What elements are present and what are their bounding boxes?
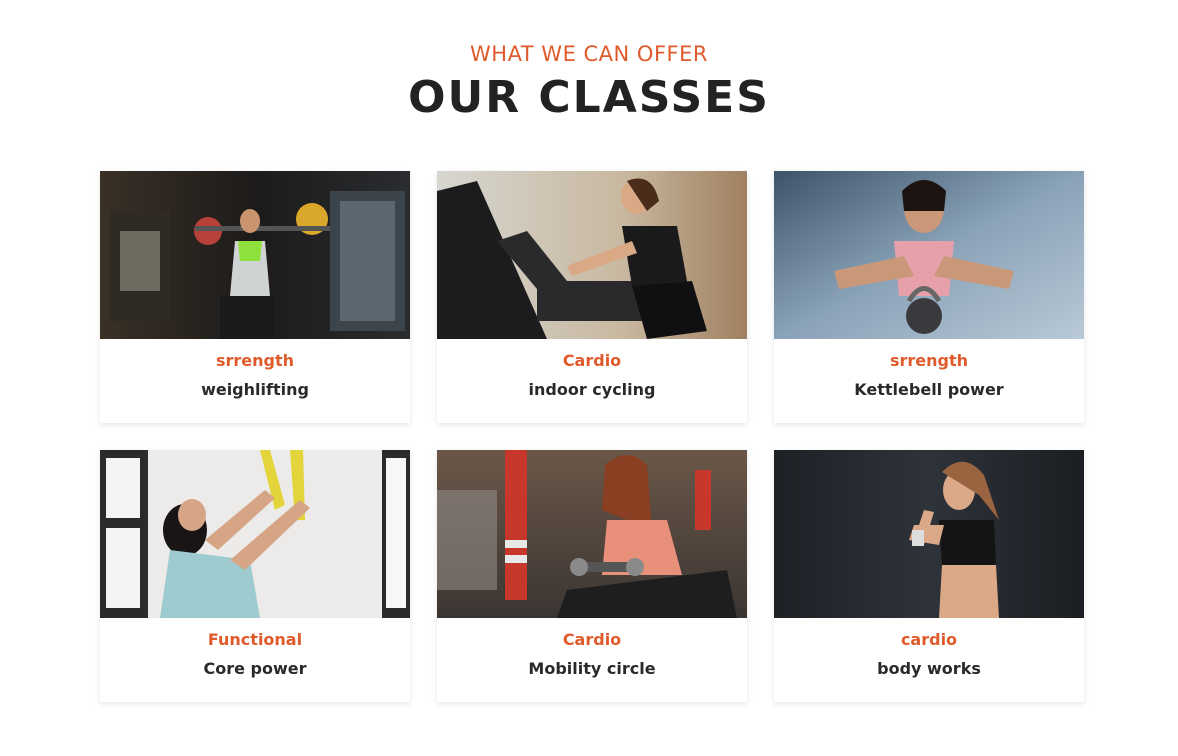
class-card-kettlebell-power[interactable]: srrength Kettlebell power: [774, 171, 1084, 423]
woman-dumbbell-curl-photo: [437, 450, 747, 618]
class-card-body-works[interactable]: cardio body works: [774, 450, 1084, 702]
woman-exercise-bike-photo: [437, 171, 747, 339]
class-card-weighlifting[interactable]: srrength weighlifting: [100, 171, 410, 423]
class-card-mobility-circle[interactable]: Cardio Mobility circle: [437, 450, 747, 702]
class-card-indoor-cycling[interactable]: Cardio indoor cycling: [437, 171, 747, 423]
class-category: Cardio: [562, 351, 622, 370]
woman-barbell-squat-photo: [100, 171, 410, 339]
class-category: srrength: [889, 351, 969, 370]
class-category: cardio: [900, 630, 958, 649]
class-name[interactable]: Core power: [100, 659, 410, 678]
page-title: OUR CLASSES: [408, 72, 770, 123]
class-name[interactable]: Kettlebell power: [774, 380, 1084, 399]
class-category: Functional: [207, 630, 303, 649]
woman-kettlebell-photo: [774, 171, 1084, 339]
class-card-core-power[interactable]: Functional Core power: [100, 450, 410, 702]
woman-suspension-straps-photo: [100, 450, 410, 618]
section-eyebrow: WHAT WE CAN OFFER: [470, 42, 708, 66]
woman-dumbbell-bicep-photo: [774, 450, 1084, 618]
class-category: srrength: [215, 351, 295, 370]
class-category: Cardio: [562, 630, 622, 649]
class-name[interactable]: body works: [774, 659, 1084, 678]
class-name[interactable]: weighlifting: [100, 380, 410, 399]
class-name[interactable]: Mobility circle: [437, 659, 747, 678]
class-name[interactable]: indoor cycling: [437, 380, 747, 399]
